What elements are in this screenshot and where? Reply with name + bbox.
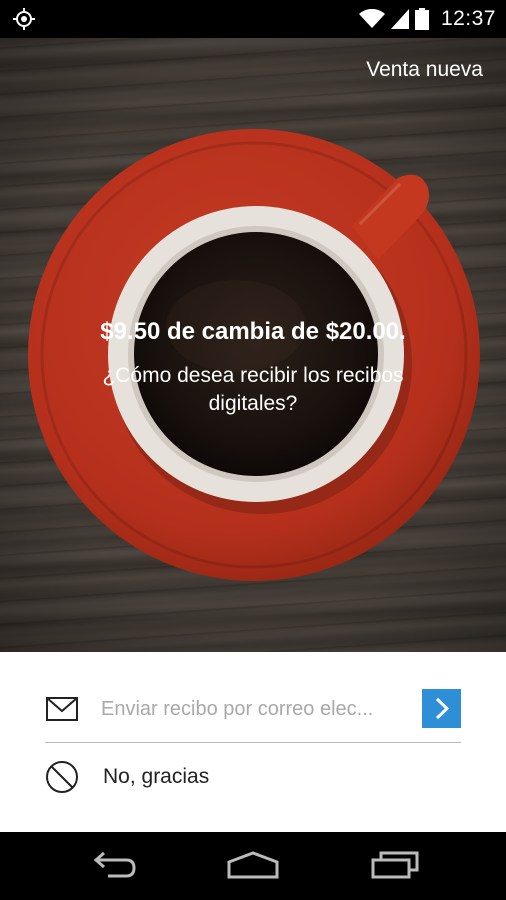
navigation-bar: [0, 832, 506, 900]
hero-image: Venta nueva $9.50 de cambia de $20.00. ¿…: [0, 38, 506, 652]
recent-apps-icon[interactable]: [370, 850, 420, 880]
no-icon: [46, 761, 78, 793]
chevron-right-icon: [435, 697, 450, 720]
receipt-question-text: ¿Cómo desea recibir los recibos digitale…: [102, 364, 404, 415]
wifi-icon: [358, 9, 385, 28]
send-email-button[interactable]: [422, 689, 461, 728]
email-receipt-row: [45, 686, 461, 743]
no-thanks-button[interactable]: No, gracias: [45, 757, 461, 797]
back-icon[interactable]: [88, 850, 136, 880]
location-icon: [13, 8, 35, 30]
signal-icon: [390, 9, 409, 29]
new-sale-button[interactable]: Venta nueva: [366, 58, 483, 82]
mail-icon: [46, 697, 78, 721]
status-time: 12:37: [440, 7, 496, 30]
home-icon[interactable]: [226, 850, 280, 880]
battery-icon: [414, 8, 429, 30]
status-bar: 12:37: [0, 0, 506, 38]
email-input[interactable]: [101, 694, 413, 724]
receipt-options-panel: No, gracias: [0, 652, 506, 832]
no-thanks-label: No, gracias: [103, 765, 210, 788]
change-amount-text: $9.50 de cambia de $20.00.: [100, 318, 406, 345]
